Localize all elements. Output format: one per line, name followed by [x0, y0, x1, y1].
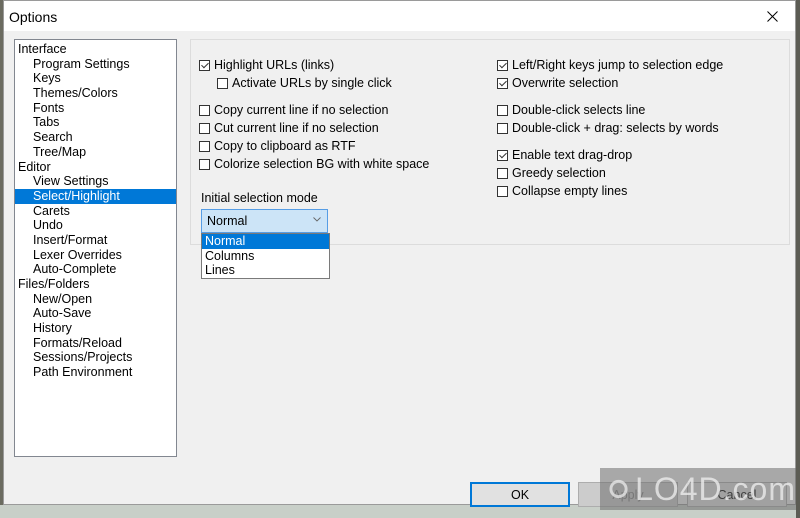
category-tree[interactable]: Interface Program Settings Keys Themes/C…: [14, 39, 177, 457]
tree-item-auto-save[interactable]: Auto-Save: [15, 306, 176, 321]
checkbox-unchecked[interactable]: [199, 140, 210, 152]
tree-item-carets[interactable]: Carets: [15, 204, 176, 219]
option-enable-text-drag-drop[interactable]: Enable text drag-drop: [497, 147, 632, 163]
option-label: Activate URLs by single click: [232, 76, 392, 90]
close-button[interactable]: [749, 1, 795, 31]
lo4d-logo-icon: [609, 479, 628, 499]
close-icon: [766, 10, 778, 22]
tree-item-tree-map[interactable]: Tree/Map: [15, 145, 176, 160]
tree-item-insert-format[interactable]: Insert/Format: [15, 233, 176, 248]
background-window-edge: [796, 0, 800, 518]
checkbox-unchecked[interactable]: [199, 104, 210, 116]
tree-item-new-open[interactable]: New/Open: [15, 292, 176, 307]
tree-item-path-environment[interactable]: Path Environment: [15, 365, 176, 380]
option-label: Collapse empty lines: [512, 184, 628, 198]
tree-item-auto-complete[interactable]: Auto-Complete: [15, 262, 176, 277]
option-label: Greedy selection: [512, 166, 606, 180]
tree-item-formats-reload[interactable]: Formats/Reload: [15, 336, 176, 351]
tree-item-tabs[interactable]: Tabs: [15, 115, 176, 130]
tree-item-select-highlight[interactable]: Select/Highlight: [15, 188, 176, 204]
option-double-click-drag-words[interactable]: Double-click + drag: selects by words: [497, 120, 719, 136]
checkbox-checked[interactable]: [497, 149, 508, 161]
option-label: Enable text drag-drop: [512, 148, 633, 162]
options-dialog: Options Interface Program Settings Keys …: [3, 0, 796, 507]
checkbox-checked[interactable]: [199, 59, 210, 71]
option-activate-urls-single-click[interactable]: Activate URLs by single click: [217, 75, 392, 91]
title-bar[interactable]: Options: [4, 1, 795, 31]
selection-mode-label: Initial selection mode: [201, 191, 318, 205]
watermark-text: LO4D.com: [635, 470, 796, 507]
checkbox-unchecked[interactable]: [497, 185, 508, 197]
option-label: Copy current line if no selection: [214, 103, 389, 117]
tree-item-keys[interactable]: Keys: [15, 71, 176, 86]
tree-item-search[interactable]: Search: [15, 130, 176, 145]
option-greedy-selection[interactable]: Greedy selection: [497, 165, 606, 181]
checkbox-unchecked[interactable]: [217, 77, 228, 89]
option-cut-current-line[interactable]: Cut current line if no selection: [199, 120, 379, 136]
checkbox-unchecked[interactable]: [199, 122, 210, 134]
checkbox-unchecked[interactable]: [497, 104, 508, 116]
window-title: Options: [9, 9, 58, 25]
option-label: Double-click selects line: [512, 103, 646, 117]
dropdown-option-normal[interactable]: Normal: [202, 234, 329, 249]
selection-mode-dropdown-list[interactable]: Normal Columns Lines: [201, 233, 330, 279]
tree-item-interface[interactable]: Interface: [15, 42, 176, 57]
option-label: Double-click + drag: selects by words: [512, 121, 719, 135]
option-left-right-keys-jump[interactable]: Left/Right keys jump to selection edge: [497, 57, 723, 73]
option-colorize-selection-bg[interactable]: Colorize selection BG with white space: [199, 156, 429, 172]
dropdown-option-columns[interactable]: Columns: [202, 249, 329, 264]
option-copy-clipboard-rtf[interactable]: Copy to clipboard as RTF: [199, 138, 356, 154]
option-copy-current-line[interactable]: Copy current line if no selection: [199, 102, 388, 118]
watermark-overlay: LO4D.com: [600, 468, 796, 510]
tree-item-undo[interactable]: Undo: [15, 218, 176, 233]
option-label: Colorize selection BG with white space: [214, 157, 430, 171]
option-label: Cut current line if no selection: [214, 121, 379, 135]
selection-mode-value: Normal: [207, 214, 248, 228]
checkbox-unchecked[interactable]: [497, 167, 508, 179]
option-highlight-urls[interactable]: Highlight URLs (links): [199, 57, 334, 73]
option-label: Copy to clipboard as RTF: [214, 139, 356, 153]
checkbox-unchecked[interactable]: [497, 122, 508, 134]
dropdown-option-lines[interactable]: Lines: [202, 263, 329, 278]
chevron-down-icon: [313, 217, 321, 222]
tree-item-sessions-projects[interactable]: Sessions/Projects: [15, 350, 176, 365]
tree-item-files-folders[interactable]: Files/Folders: [15, 277, 176, 292]
tree-item-editor[interactable]: Editor: [15, 160, 176, 175]
tree-item-themes-colors[interactable]: Themes/Colors: [15, 86, 176, 101]
option-label: Highlight URLs (links): [214, 58, 335, 72]
selection-mode-combobox[interactable]: Normal: [201, 209, 328, 233]
option-label: Overwrite selection: [512, 76, 619, 90]
tree-item-program-settings[interactable]: Program Settings: [15, 57, 176, 72]
option-overwrite-selection[interactable]: Overwrite selection: [497, 75, 618, 91]
checkbox-unchecked[interactable]: [199, 158, 210, 170]
option-collapse-empty-lines[interactable]: Collapse empty lines: [497, 183, 627, 199]
tree-item-view-settings[interactable]: View Settings: [15, 174, 176, 189]
checkbox-checked[interactable]: [497, 77, 508, 89]
ok-button[interactable]: OK: [470, 482, 570, 507]
tree-item-lexer-overrides[interactable]: Lexer Overrides: [15, 248, 176, 263]
option-label: Left/Right keys jump to selection edge: [512, 58, 724, 72]
option-double-click-selects-line[interactable]: Double-click selects line: [497, 102, 645, 118]
checkbox-checked[interactable]: [497, 59, 508, 71]
tree-item-history[interactable]: History: [15, 321, 176, 336]
tree-item-fonts[interactable]: Fonts: [15, 101, 176, 116]
